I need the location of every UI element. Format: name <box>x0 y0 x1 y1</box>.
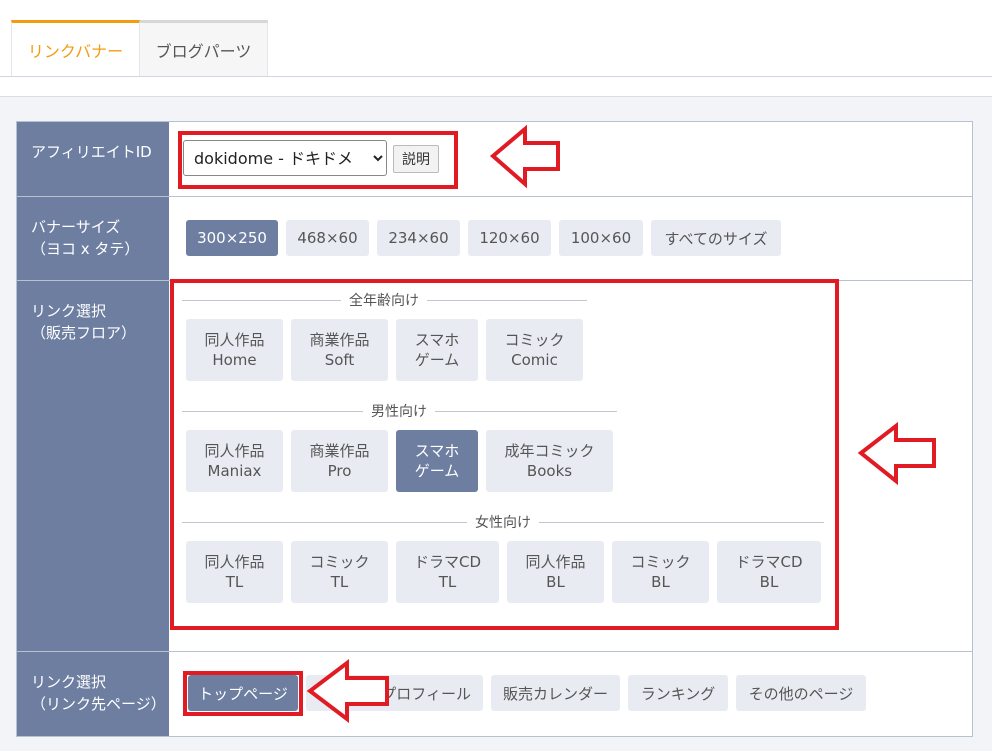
floor-button-pro[interactable]: 商業作品 Pro <box>291 430 388 492</box>
floor-button-doujin-home[interactable]: 同人作品 Home <box>186 319 283 381</box>
page-button-calendar[interactable]: 販売カレンダー <box>491 675 620 711</box>
floor-button-soft[interactable]: 商業作品 Soft <box>291 319 388 381</box>
page-button-top[interactable]: トップページ <box>188 675 298 711</box>
explain-button[interactable]: 説明 <box>393 145 439 173</box>
group-title-female: 女性向け <box>467 512 539 532</box>
label-column <box>17 122 169 736</box>
annotation-arrow-left-icon <box>857 421 936 486</box>
page-select-label: リンク選択 （リンク先ページ） <box>31 673 166 713</box>
affiliate-id-select[interactable]: dokidome - ドキドメ <box>183 140 387 176</box>
floor-button-doujin-tl[interactable]: 同人作品 TL <box>186 541 283 603</box>
banner-size-label: バナーサイズ （ヨコ x タテ） <box>31 218 140 258</box>
group-title-male: 男性向け <box>363 401 435 421</box>
floor-button-comic-tl[interactable]: コミック TL <box>291 541 388 603</box>
page-button-ranking[interactable]: ランキング <box>628 675 728 711</box>
size-button-100x60[interactable]: 100×60 <box>559 220 643 256</box>
page-button-other[interactable]: その他のページ <box>736 675 866 711</box>
group-title-all-ages: 全年齢向け <box>341 290 427 310</box>
tab-bar: リンクバナー ブログパーツ <box>0 0 997 77</box>
size-button-234x60[interactable]: 234×60 <box>377 220 460 256</box>
size-button-all[interactable]: すべてのサイズ <box>651 220 781 256</box>
tab-blog-parts[interactable]: ブログパーツ <box>140 20 268 76</box>
floor-button-dramacd-tl[interactable]: ドラマCD TL <box>396 541 499 603</box>
affiliate-id-label: アフィリエイトID <box>31 143 152 161</box>
settings-table: アフィリエイトID バナーサイズ （ヨコ x タテ） リンク選択 （販売フロア） リ… <box>16 121 973 737</box>
size-button-120x60[interactable]: 120×60 <box>468 220 551 256</box>
tab-link-banner[interactable]: リンクバナー <box>11 20 140 76</box>
floor-button-comic[interactable]: コミック Comic <box>486 319 583 381</box>
row-divider <box>17 196 972 197</box>
floor-button-maniax[interactable]: 同人作品 Maniax <box>186 430 283 492</box>
floor-button-dramacd-bl[interactable]: ドラマCD BL <box>717 541 821 603</box>
size-button-468x60[interactable]: 468×60 <box>286 220 369 256</box>
annotation-arrow-left-icon <box>489 124 560 189</box>
row-divider <box>17 280 972 281</box>
floor-button-smartphone-game-all[interactable]: スマホ ゲーム <box>396 319 478 381</box>
floor-select-label: リンク選択 （販売フロア） <box>31 302 137 342</box>
size-button-300x250[interactable]: 300×250 <box>186 220 278 256</box>
floor-button-comic-bl[interactable]: コミック BL <box>612 541 709 603</box>
floor-button-smartphone-game-male[interactable]: スマホ ゲーム <box>396 430 478 492</box>
tab-label: ブログパーツ <box>155 41 252 61</box>
floor-button-doujin-bl[interactable]: 同人作品 BL <box>507 541 604 603</box>
row-divider <box>17 651 972 652</box>
floor-button-books[interactable]: 成年コミック Books <box>486 430 613 492</box>
annotation-arrow-left-icon <box>306 658 389 724</box>
tab-label: リンクバナー <box>27 41 124 61</box>
tab-divider <box>0 76 992 77</box>
